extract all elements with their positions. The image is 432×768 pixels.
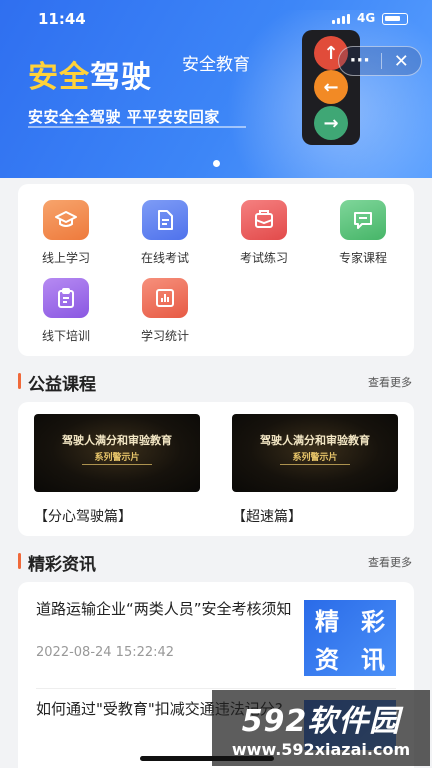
thumbnail-char: 资 bbox=[315, 645, 339, 674]
status-time: 11:44 bbox=[38, 10, 86, 28]
signal-icon bbox=[332, 14, 350, 24]
bar-chart-icon bbox=[142, 278, 188, 318]
hero-slogan-underline bbox=[28, 126, 246, 128]
carousel-dot[interactable] bbox=[212, 160, 220, 167]
menu-item-offline-training[interactable]: 线下培训 bbox=[18, 278, 114, 344]
news-section-header: 精彩资讯 查看更多 bbox=[18, 550, 414, 575]
status-bar: 11:44 4G bbox=[0, 0, 432, 38]
menu-item-label: 专家课程 bbox=[338, 251, 387, 265]
arrow-right-icon: → bbox=[314, 106, 348, 140]
envelope-icon bbox=[241, 200, 287, 240]
course-title[interactable]: 【分心驾驶篇】 bbox=[34, 506, 200, 526]
function-menu: 线上学习 在线考试 考试练习 专家课程 线下培训 学习统计 bbox=[18, 184, 414, 356]
hero-title-highlight: 安全 bbox=[28, 60, 90, 95]
menu-item-label: 线下培训 bbox=[41, 329, 90, 343]
hero-subtitle: 安全教育 bbox=[182, 55, 250, 75]
close-icon[interactable]: ✕ bbox=[381, 51, 421, 72]
courses-section-header: 公益课程 查看更多 bbox=[18, 370, 414, 395]
thumbnail-divider bbox=[280, 464, 350, 465]
section-title: 公益课程 bbox=[28, 375, 96, 395]
watermark-logo: 592软件园 bbox=[241, 704, 401, 739]
news-item-title[interactable]: 道路运输企业“两类人员”安全考核须知 bbox=[36, 598, 306, 620]
menu-item-label: 学习统计 bbox=[140, 329, 189, 343]
menu-item-label: 在线考试 bbox=[140, 251, 189, 265]
battery-icon bbox=[382, 13, 408, 25]
more-icon[interactable]: ··· bbox=[339, 52, 381, 70]
miniprogram-capsule: ··· ✕ bbox=[338, 46, 422, 76]
carousel-indicator bbox=[0, 160, 432, 167]
thumbnail-subtitle: 系列警示片 bbox=[94, 453, 140, 463]
graduation-cap-icon bbox=[43, 200, 89, 240]
network-label: 4G bbox=[357, 11, 376, 25]
news-view-more-link[interactable]: 查看更多 bbox=[368, 554, 412, 570]
document-icon bbox=[142, 200, 188, 240]
arrow-left-icon: ← bbox=[314, 70, 348, 104]
course-thumbnail[interactable]: 驾驶人满分和审验教育 系列警示片 bbox=[232, 414, 398, 492]
news-thumbnail[interactable]: 精 彩 资 讯 bbox=[304, 600, 396, 676]
menu-item-study-statistics[interactable]: 学习统计 bbox=[117, 278, 213, 344]
news-item-date: 2022-08-24 15:22:42 bbox=[36, 645, 175, 660]
section-title: 精彩资讯 bbox=[28, 555, 96, 575]
home-indicator[interactable] bbox=[140, 756, 274, 761]
thumbnail-title: 驾驶人满分和审验教育 bbox=[62, 434, 172, 447]
clipboard-icon bbox=[43, 278, 89, 318]
hero-slogan: 安安全全驾驶 平平安安回家 bbox=[28, 108, 220, 126]
course-item[interactable]: 驾驶人满分和审验教育 系列警示片 【分心驾驶篇】 bbox=[34, 414, 200, 526]
news-divider bbox=[36, 688, 396, 689]
course-thumbnail[interactable]: 驾驶人满分和审验教育 系列警示片 bbox=[34, 414, 200, 492]
hero-title-rest: 驾驶 bbox=[90, 60, 152, 95]
thumbnail-char: 讯 bbox=[361, 645, 385, 674]
section-accent-bar bbox=[18, 553, 21, 569]
thumbnail-title: 驾驶人满分和审验教育 bbox=[260, 434, 370, 447]
menu-item-exam-practice[interactable]: 考试练习 bbox=[216, 200, 312, 266]
thumbnail-char: 精 bbox=[315, 607, 339, 636]
thumbnail-char: 彩 bbox=[361, 607, 385, 636]
watermark: 592软件园 www.592xiazai.com bbox=[212, 690, 430, 766]
thumbnail-subtitle: 系列警示片 bbox=[292, 453, 338, 463]
menu-item-label: 考试练习 bbox=[239, 251, 288, 265]
section-accent-bar bbox=[18, 373, 21, 389]
menu-item-online-exam[interactable]: 在线考试 bbox=[117, 200, 213, 266]
course-title[interactable]: 【超速篇】 bbox=[232, 506, 398, 526]
hero-title: 安全驾驶 bbox=[28, 52, 152, 96]
courses-card: 驾驶人满分和审验教育 系列警示片 【分心驾驶篇】 驾驶人满分和审验教育 系列警示… bbox=[18, 402, 414, 536]
hero-banner[interactable]: 11:44 4G 安全驾驶 安全教育 安安全全驾驶 平平安安回家 ↑ ← → ·… bbox=[0, 0, 432, 178]
courses-view-more-link[interactable]: 查看更多 bbox=[368, 374, 412, 390]
menu-item-label: 线上学习 bbox=[41, 251, 90, 265]
course-item[interactable]: 驾驶人满分和审验教育 系列警示片 【超速篇】 bbox=[232, 414, 398, 526]
thumbnail-divider bbox=[82, 464, 152, 465]
menu-item-online-learning[interactable]: 线上学习 bbox=[18, 200, 114, 266]
chat-bubble-icon bbox=[340, 200, 386, 240]
menu-item-expert-courses[interactable]: 专家课程 bbox=[315, 200, 411, 266]
